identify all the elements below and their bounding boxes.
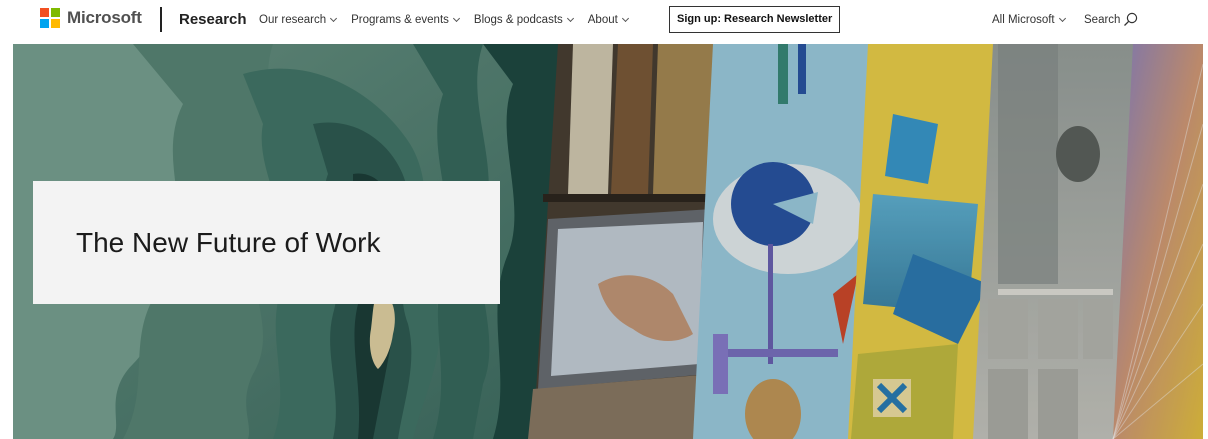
nav-our-research[interactable]: Our research <box>259 13 338 27</box>
nav-item-label: Blogs & podcasts <box>473 14 563 26</box>
brand-name: Microsoft <box>67 8 142 27</box>
microsoft-home-link[interactable]: Microsoft <box>40 8 142 28</box>
nav-item-label: Programs & events <box>351 14 449 26</box>
search-button[interactable]: Search <box>1084 12 1138 27</box>
chevron-down-icon <box>566 14 574 23</box>
all-microsoft-menu[interactable]: All Microsoft <box>992 13 1066 27</box>
hero-banner: The New Future of Work <box>13 44 1203 439</box>
nav-blogs-podcasts[interactable]: Blogs & podcasts <box>473 13 574 27</box>
brand-divider <box>160 7 162 32</box>
all-microsoft-label: All Microsoft <box>992 14 1055 26</box>
chevron-down-icon <box>621 14 629 23</box>
nav-item-label: About <box>587 14 618 26</box>
nav-programs-events[interactable]: Programs & events <box>351 13 460 27</box>
search-label: Search <box>1084 13 1121 26</box>
main-nav: Our research Programs & events Blogs & p… <box>259 13 643 27</box>
site-header: Microsoft Research Our research Programs… <box>0 0 1208 40</box>
chevron-down-icon <box>1058 14 1066 23</box>
newsletter-signup-button[interactable]: Sign up: Research Newsletter <box>669 6 841 33</box>
chevron-down-icon <box>330 14 338 23</box>
microsoft-logo-icon <box>40 8 60 28</box>
hero-title-card: The New Future of Work <box>33 181 500 304</box>
nav-about[interactable]: About <box>587 13 629 27</box>
chevron-down-icon <box>452 14 460 23</box>
research-home-link[interactable]: Research <box>179 11 247 29</box>
hero-title: The New Future of Work <box>76 226 381 258</box>
nav-item-label: Our research <box>259 14 327 26</box>
search-icon <box>1124 12 1138 26</box>
